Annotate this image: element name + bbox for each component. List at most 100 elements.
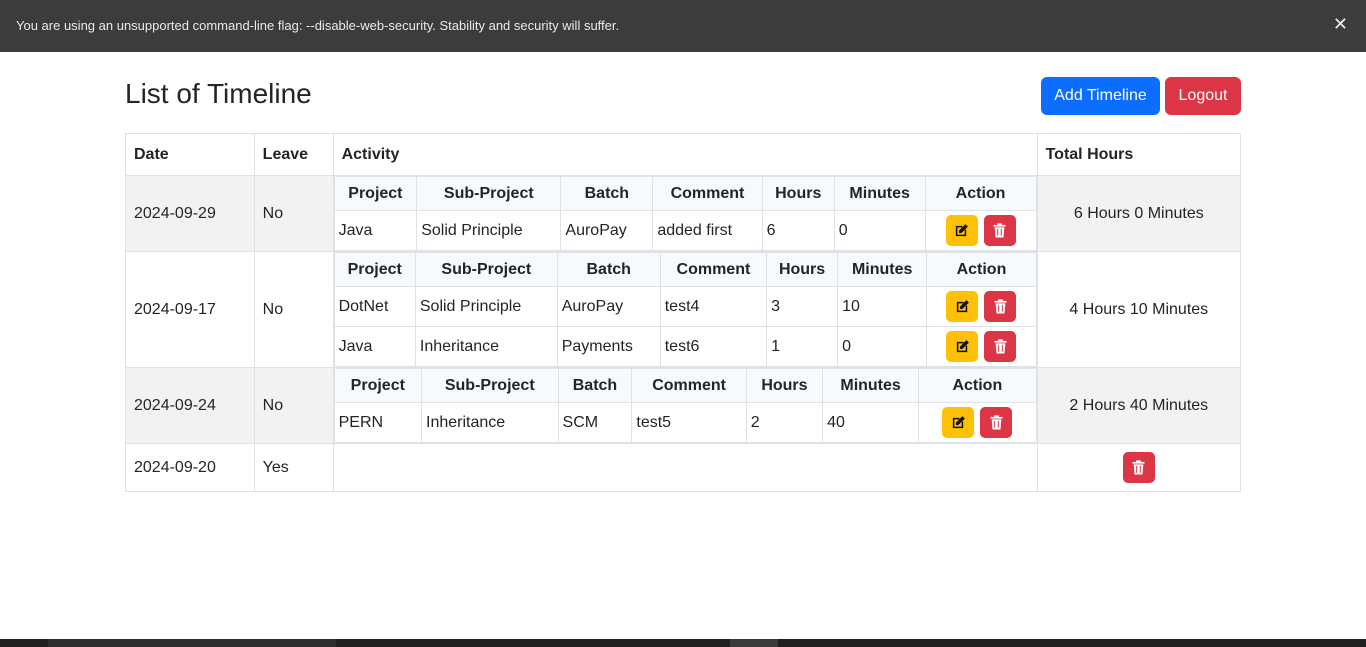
- taskbar: [0, 639, 1366, 647]
- action-cell: [918, 402, 1037, 443]
- edit-icon: [955, 299, 970, 314]
- header-activity: Activity: [332, 133, 1038, 176]
- delete-button[interactable]: [984, 331, 1017, 362]
- date-cell: 2024-09-24: [125, 367, 255, 444]
- comment-cell: test4: [659, 286, 768, 327]
- header-leave: Leave: [253, 133, 334, 176]
- add-timeline-button[interactable]: Add Timeline: [1041, 77, 1160, 115]
- project-cell: Java: [333, 210, 418, 251]
- activity-table: Project Sub-Project Batch Comment Hours Minut…: [333, 252, 1037, 367]
- activity-header-row: Project Sub-Project Batch Comment Hours Minut…: [333, 252, 1037, 287]
- delete-button[interactable]: [980, 407, 1013, 438]
- trash-icon: [1132, 460, 1145, 475]
- sub-project-cell: Solid Principle: [416, 210, 562, 251]
- sub-project-cell: Inheritance: [414, 326, 558, 367]
- edit-icon: [951, 415, 966, 430]
- batch-cell: SCM: [557, 402, 633, 443]
- batch-cell: Payments: [556, 326, 661, 367]
- date-cell: 2024-09-29: [125, 175, 255, 252]
- activity-header: Action: [924, 176, 1037, 211]
- activity-cell: Project Sub-Project Batch Comment Hours Minut…: [332, 251, 1038, 368]
- edit-button[interactable]: [946, 291, 979, 322]
- logout-button[interactable]: Logout: [1165, 77, 1241, 115]
- activity-row: PERN Inheritance SCM test5 2 40: [333, 402, 1037, 443]
- activity-cell: [332, 443, 1038, 492]
- edit-button[interactable]: [946, 331, 979, 362]
- header-total-hours: Total Hours: [1036, 133, 1242, 176]
- batch-cell: AuroPay: [560, 210, 654, 251]
- edit-icon: [955, 339, 970, 354]
- sub-project-cell: Inheritance: [421, 402, 559, 443]
- infobar-message: You are using an unsupported command-lin…: [16, 18, 620, 33]
- taskbar-app[interactable]: [48, 639, 336, 647]
- leave-cell: No: [253, 367, 334, 444]
- hours-cell: 2: [745, 402, 824, 443]
- total-hours-cell: [1036, 443, 1242, 492]
- activity-row: DotNet Solid Principle AuroPay test4 3 10: [333, 286, 1037, 327]
- hours-cell: 1: [766, 326, 839, 367]
- trash-icon: [994, 299, 1007, 314]
- leave-cell: No: [253, 175, 334, 252]
- minutes-cell: 0: [837, 326, 928, 367]
- activity-header: Minutes: [822, 368, 920, 403]
- activity-row: Java Solid Principle AuroPay added first 6 0: [333, 210, 1037, 251]
- total-hours-cell: 6 Hours 0 Minutes: [1036, 175, 1242, 252]
- activity-header: Sub-Project: [421, 368, 559, 403]
- minutes-cell: 0: [833, 210, 926, 251]
- comment-cell: test5: [631, 402, 747, 443]
- activity-row: Java Inheritance Payments test6 1 0: [333, 326, 1037, 367]
- action-cell: [926, 326, 1037, 367]
- activity-header: Project: [333, 176, 418, 211]
- activity-header: Sub-Project: [414, 252, 558, 287]
- delete-button[interactable]: [1122, 452, 1155, 483]
- batch-cell: AuroPay: [556, 286, 661, 327]
- action-cell: [926, 286, 1037, 327]
- comment-cell: test6: [659, 326, 768, 367]
- leave-cell: No: [253, 251, 334, 368]
- activity-header: Batch: [556, 252, 661, 287]
- activity-header: Hours: [745, 368, 824, 403]
- activity-header: Comment: [631, 368, 747, 403]
- activity-header: Project: [333, 252, 416, 287]
- activity-cell: Project Sub-Project Batch Comment Hours Minut…: [332, 175, 1038, 252]
- edit-icon: [954, 223, 969, 238]
- date-cell: 2024-09-20: [125, 443, 255, 492]
- activity-header: Comment: [652, 176, 763, 211]
- close-icon[interactable]: ✕: [1333, 14, 1348, 34]
- activity-header: Minutes: [837, 252, 928, 287]
- timeline-body: 2024-09-29 No Project Sub-Project Batch Comme…: [125, 175, 1242, 492]
- activity-header: Hours: [766, 252, 839, 287]
- activity-header: Sub-Project: [416, 176, 562, 211]
- hours-cell: 6: [761, 210, 835, 251]
- activity-header: Batch: [560, 176, 654, 211]
- trash-icon: [993, 223, 1006, 238]
- project-cell: DotNet: [333, 286, 416, 327]
- activity-cell: Project Sub-Project Batch Comment Hours Minut…: [332, 367, 1038, 444]
- table-row: 2024-09-24 No Project Sub-Project Batch Comme…: [125, 367, 1242, 444]
- activity-table: Project Sub-Project Batch Comment Hours Minut…: [333, 176, 1037, 251]
- minutes-cell: 40: [822, 402, 920, 443]
- activity-header: Hours: [761, 176, 835, 211]
- activity-header: Action: [918, 368, 1037, 403]
- action-cell: [924, 210, 1037, 251]
- hours-cell: 3: [766, 286, 839, 327]
- activity-header: Batch: [557, 368, 633, 403]
- minutes-cell: 10: [837, 286, 928, 327]
- edit-button[interactable]: [942, 407, 975, 438]
- project-cell: PERN: [333, 402, 423, 443]
- activity-header: Minutes: [833, 176, 926, 211]
- delete-button[interactable]: [983, 215, 1016, 246]
- header-date: Date: [125, 133, 255, 176]
- delete-button[interactable]: [984, 291, 1017, 322]
- edit-button[interactable]: [945, 215, 978, 246]
- warning-infobar: You are using an unsupported command-lin…: [0, 0, 1366, 52]
- timeline-table: Date Leave Activity Total Hours 2024-09-…: [125, 133, 1242, 492]
- activity-header-row: Project Sub-Project Batch Comment Hours Minut…: [333, 176, 1037, 211]
- activity-header: Action: [926, 252, 1037, 287]
- total-hours-cell: 4 Hours 10 Minutes: [1036, 251, 1242, 368]
- date-cell: 2024-09-17: [125, 251, 255, 368]
- taskbar-app[interactable]: [730, 639, 778, 647]
- trash-icon: [990, 415, 1003, 430]
- table-row: 2024-09-20 Yes: [125, 443, 1242, 492]
- table-row: 2024-09-29 No Project Sub-Project Batch Comme…: [125, 175, 1242, 252]
